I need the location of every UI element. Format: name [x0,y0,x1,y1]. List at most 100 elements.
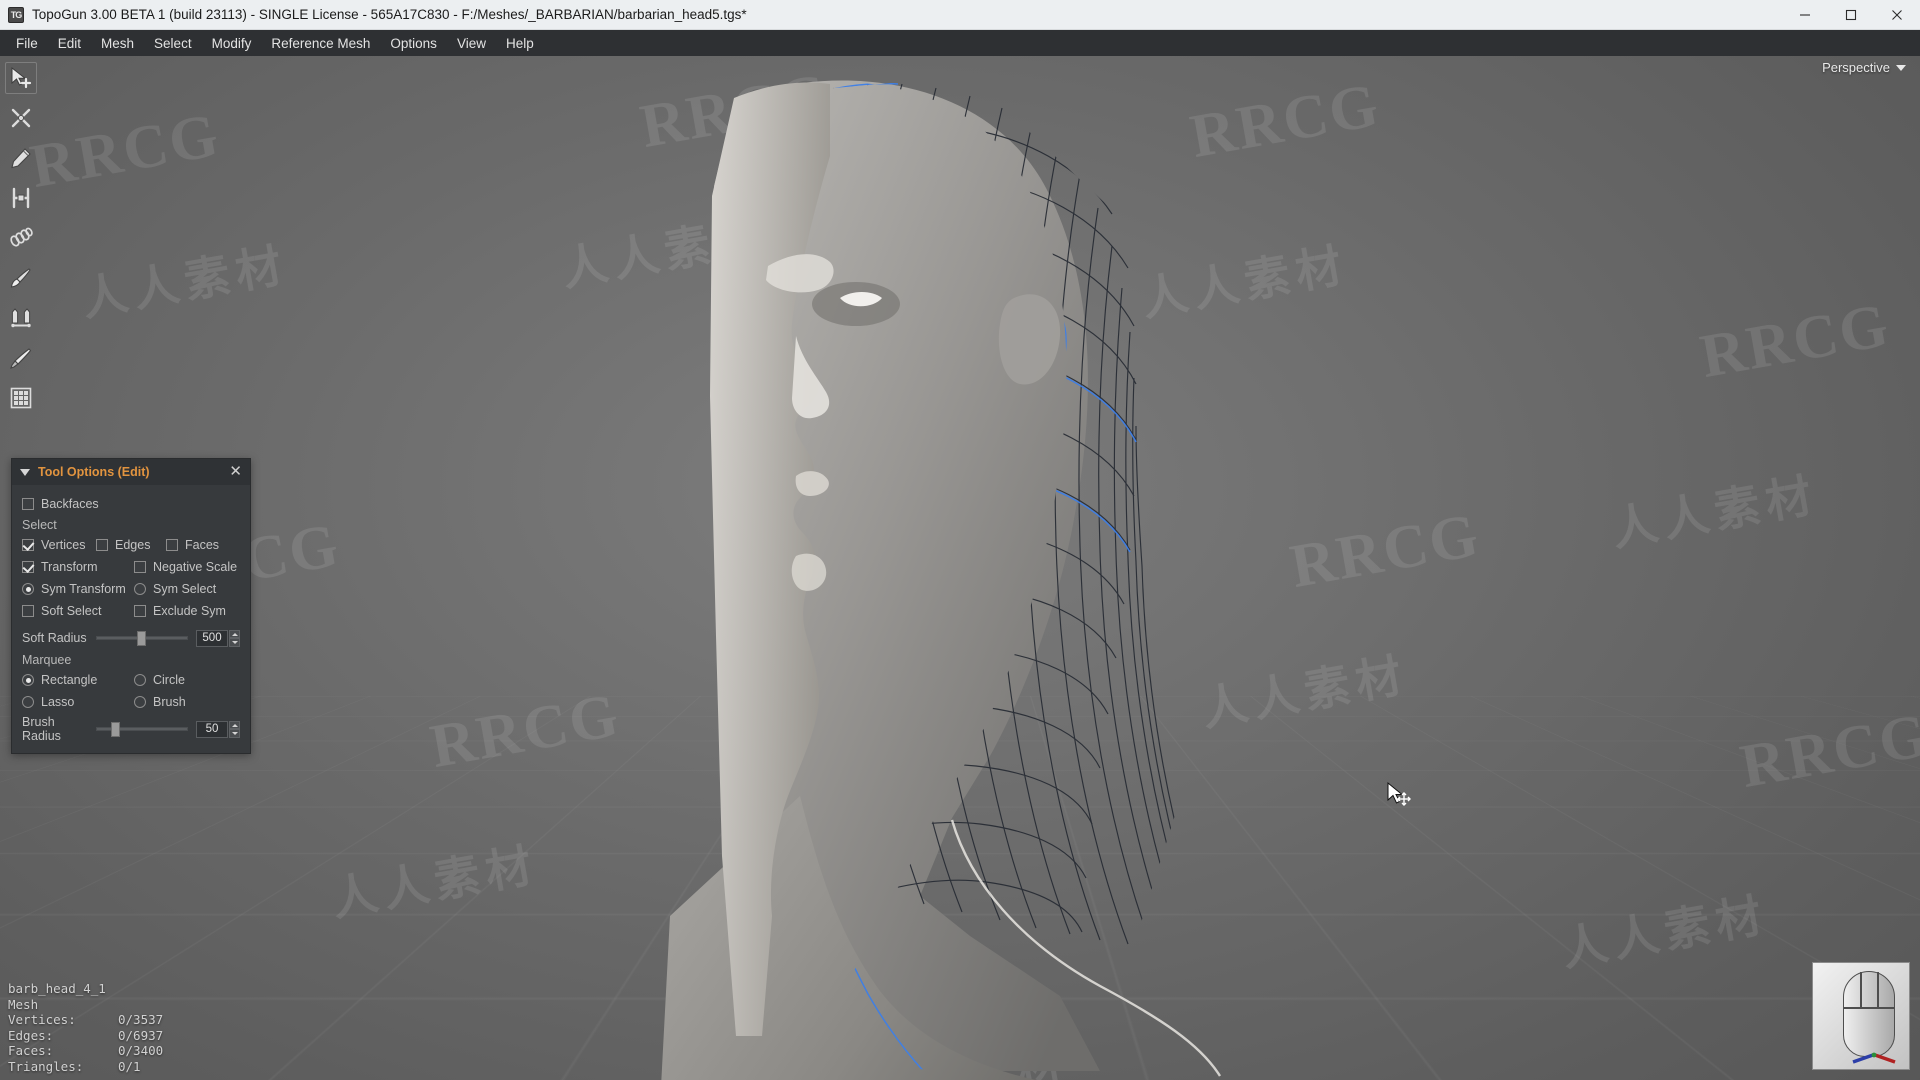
status-key-vertices: Vertices: [8,1012,76,1027]
brush-radius-knob[interactable] [110,722,120,737]
status-key-faces: Faces: [8,1043,54,1058]
triangle-down-icon[interactable] [20,468,30,476]
edges-option[interactable]: Edges [96,538,166,552]
watermark-text: 人人素材 [1607,467,1822,557]
brush-radius-label: Brush Radius [22,715,61,743]
soft-radius-increment[interactable] [229,629,240,638]
topogun-logo-icon: TG [8,6,24,23]
soft-radius-decrement[interactable] [229,638,240,647]
vertices-option[interactable]: Vertices [22,538,96,552]
marquee-rectangle-radio[interactable] [22,674,34,686]
brush-tool[interactable] [5,262,37,294]
head-mesh-model[interactable] [500,56,1480,1080]
window-controls [1782,0,1920,30]
sym-select-label: Sym Select [153,582,217,596]
brush-radius-stepper[interactable] [229,720,240,738]
draw-tool[interactable] [5,142,37,174]
menu-item-file[interactable]: File [6,32,48,55]
soft-radius-knob[interactable] [136,631,146,646]
backfaces-checkbox[interactable] [22,498,34,510]
status-row-edges: Edges: 0/6937 [8,1028,163,1044]
marquee-circle-radio[interactable] [134,674,146,686]
knife-tool[interactable] [5,342,37,374]
soft-radius-stepper[interactable] [229,629,240,647]
exclude-sym-option[interactable]: Exclude Sym [134,604,226,618]
viewport-camera-label[interactable]: Perspective [1822,60,1906,75]
soft-select-label: Soft Select [41,604,102,618]
sym-select-option[interactable]: Sym Select [134,582,216,596]
transform-checkbox[interactable] [22,561,34,573]
menu-item-options[interactable]: Options [380,32,447,55]
brush-radius-value[interactable]: 50 [196,720,228,738]
bridge-tool[interactable] [5,182,37,214]
watermark-text: RRCG [25,100,225,202]
marquee-lasso-label: Lasso [41,695,75,709]
backfaces-row[interactable]: Backfaces [22,493,240,515]
status-row-vertices: Vertices: 0/3537 [8,1012,163,1028]
soft-select-checkbox[interactable] [22,605,34,617]
tool-options-header[interactable]: Tool Options (Edit) ✕ [12,459,250,485]
watermark-text: RRCG [1735,700,1920,802]
marquee-lasso-radio[interactable] [22,696,34,708]
extrude-tool[interactable] [5,302,37,334]
marquee-row-1: Rectangle Circle [22,669,240,691]
vertices-checkbox[interactable] [22,539,34,551]
sym-transform-label: Sym Transform [41,582,126,596]
vertices-label: Vertices [41,538,86,552]
exclude-sym-checkbox[interactable] [134,605,146,617]
faces-option[interactable]: Faces [166,538,219,552]
soft-select-row: Soft Select Exclude Sym [22,600,240,622]
sym-transform-radio[interactable] [22,583,34,595]
tubes-tool[interactable] [5,222,37,254]
soft-select-option[interactable]: Soft Select [22,604,134,618]
marquee-row-2: Lasso Brush [22,691,240,713]
status-row-triangles: Triangles: 0/1 [8,1059,163,1075]
menu-item-edit[interactable]: Edit [48,32,91,55]
negative-scale-checkbox[interactable] [134,561,146,573]
marquee-rectangle-option[interactable]: Rectangle [22,673,134,687]
menu-item-reference-mesh[interactable]: Reference Mesh [261,32,380,55]
menu-bar: File Edit Mesh Select Modify Reference M… [0,30,1920,56]
sym-transform-option[interactable]: Sym Transform [22,582,134,596]
edges-checkbox[interactable] [96,539,108,551]
marquee-circle-option[interactable]: Circle [134,673,185,687]
menu-item-help[interactable]: Help [496,32,544,55]
edges-label: Edges [115,538,151,552]
brush-radius-increment[interactable] [229,720,240,729]
close-icon[interactable]: ✕ [227,464,244,479]
mouse-navigation-icon[interactable] [1812,962,1910,1070]
soft-radius-value[interactable]: 500 [196,629,228,647]
tools-toolbar [0,56,42,420]
menu-item-mesh[interactable]: Mesh [91,32,144,55]
status-key-edges: Edges: [8,1027,54,1043]
minimize-button[interactable] [1782,0,1828,30]
chevron-down-icon[interactable] [1896,64,1906,71]
axis-indicator-icon [1852,1052,1896,1064]
negative-scale-label: Negative Scale [153,560,238,574]
viewport-3d[interactable]: RRCG人人素材RRCG人人素材RRCG人人素材RRCG人人素材RRCG人人素材… [0,56,1920,1080]
brush-radius-decrement[interactable] [229,729,240,738]
brush-radius-slider[interactable] [96,722,188,737]
menu-item-view[interactable]: View [447,32,496,55]
select-tool[interactable] [5,62,37,94]
sym-select-radio[interactable] [134,583,146,595]
watermark-text: 人人素材 [77,237,292,327]
select-section-label: Select [22,518,57,532]
tool-options-panel[interactable]: Tool Options (Edit) ✕ Backfaces Select V… [11,458,251,754]
marquee-circle-label: Circle [153,673,185,687]
marquee-lasso-option[interactable]: Lasso [22,695,134,709]
close-button[interactable] [1874,0,1920,30]
grid-tool[interactable] [5,382,37,414]
maximize-button[interactable] [1828,0,1874,30]
transform-option[interactable]: Transform [22,560,134,574]
status-object-type: Mesh [8,996,39,1012]
split-tool[interactable] [5,102,37,134]
negative-scale-option[interactable]: Negative Scale [134,560,237,574]
move-cursor-icon [1387,781,1411,806]
menu-item-modify[interactable]: Modify [202,32,262,55]
marquee-brush-option[interactable]: Brush [134,695,186,709]
faces-checkbox[interactable] [166,539,178,551]
soft-radius-slider[interactable] [96,631,188,646]
marquee-brush-radio[interactable] [134,696,146,708]
menu-item-select[interactable]: Select [144,32,202,55]
